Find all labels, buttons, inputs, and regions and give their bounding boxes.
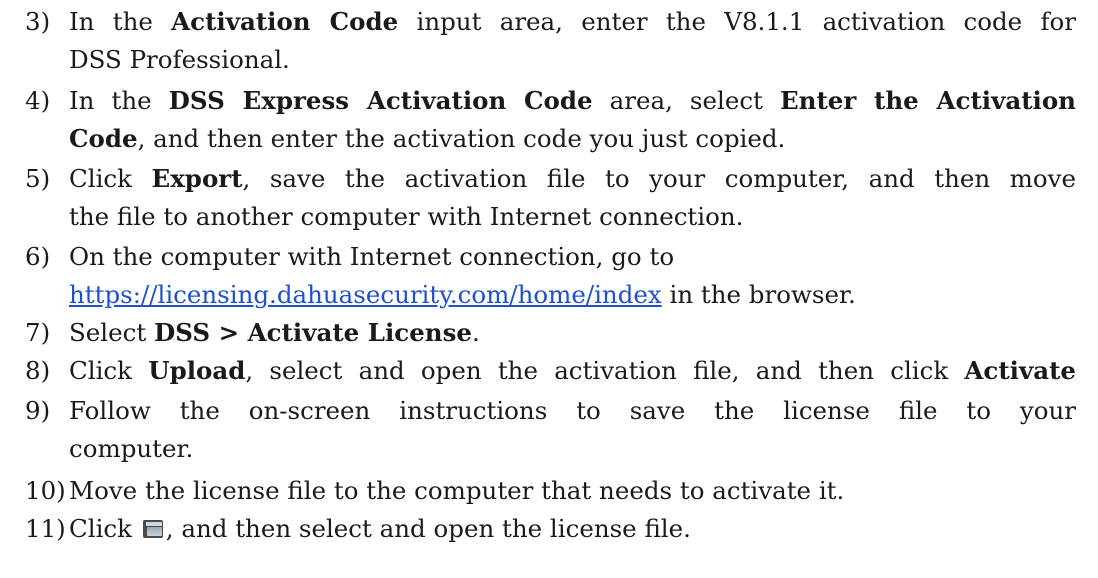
step-line: Code, and then enter the activation code… [69, 124, 786, 153]
step-line: Click , and then select and open the lic… [69, 514, 691, 543]
ui-term-export: Export [151, 164, 243, 193]
ui-term-enter-activation: Enter the Activation [779, 86, 1076, 115]
step-number: 4) [25, 86, 51, 115]
step-number: 5) [25, 164, 51, 193]
step-line: computer. [69, 434, 194, 463]
document-page: 3) In the Activation Code input area, en… [0, 0, 1098, 578]
step-line: In the DSS Express Activation Code area,… [69, 86, 1076, 115]
step-line: Move the license file to the computer th… [69, 476, 845, 505]
step-line: DSS Professional. [69, 45, 290, 74]
step-line: Follow the on-screen instructions to sav… [69, 396, 1076, 425]
step-number: 3) [25, 7, 51, 36]
step-number: 9) [25, 396, 51, 425]
step-number: 8) [25, 356, 51, 385]
step-number: 6) [25, 242, 51, 271]
ui-term-activation-code: Activation Code [171, 7, 399, 36]
licensing-portal-link[interactable]: https://licensing.dahuasecurity.com/home… [69, 280, 662, 309]
step-line: In the Activation Code input area, enter… [69, 7, 1077, 36]
step-line: On the computer with Internet connection… [69, 242, 675, 271]
open-folder-icon [142, 519, 164, 539]
step-line: Click Upload, select and open the activa… [69, 356, 1076, 385]
step-line: https://licensing.dahuasecurity.com/home… [69, 280, 856, 309]
ui-term-upload: Upload [148, 356, 246, 385]
step-number: 10) [25, 476, 66, 505]
step-number: 11) [25, 514, 66, 543]
ui-term-code: Code [69, 124, 138, 153]
step-number: 7) [25, 318, 51, 347]
step-line: the file to another computer with Intern… [69, 202, 744, 231]
ui-term-dss-activate-license: DSS > Activate License [153, 318, 472, 347]
ui-term-activate: Activate [964, 356, 1076, 385]
ui-term-dss-express-activation-code: DSS Express Activation Code [168, 86, 593, 115]
step-line: Click Export, save the activation file t… [69, 164, 1076, 193]
step-line: Select DSS > Activate License. [69, 318, 480, 347]
